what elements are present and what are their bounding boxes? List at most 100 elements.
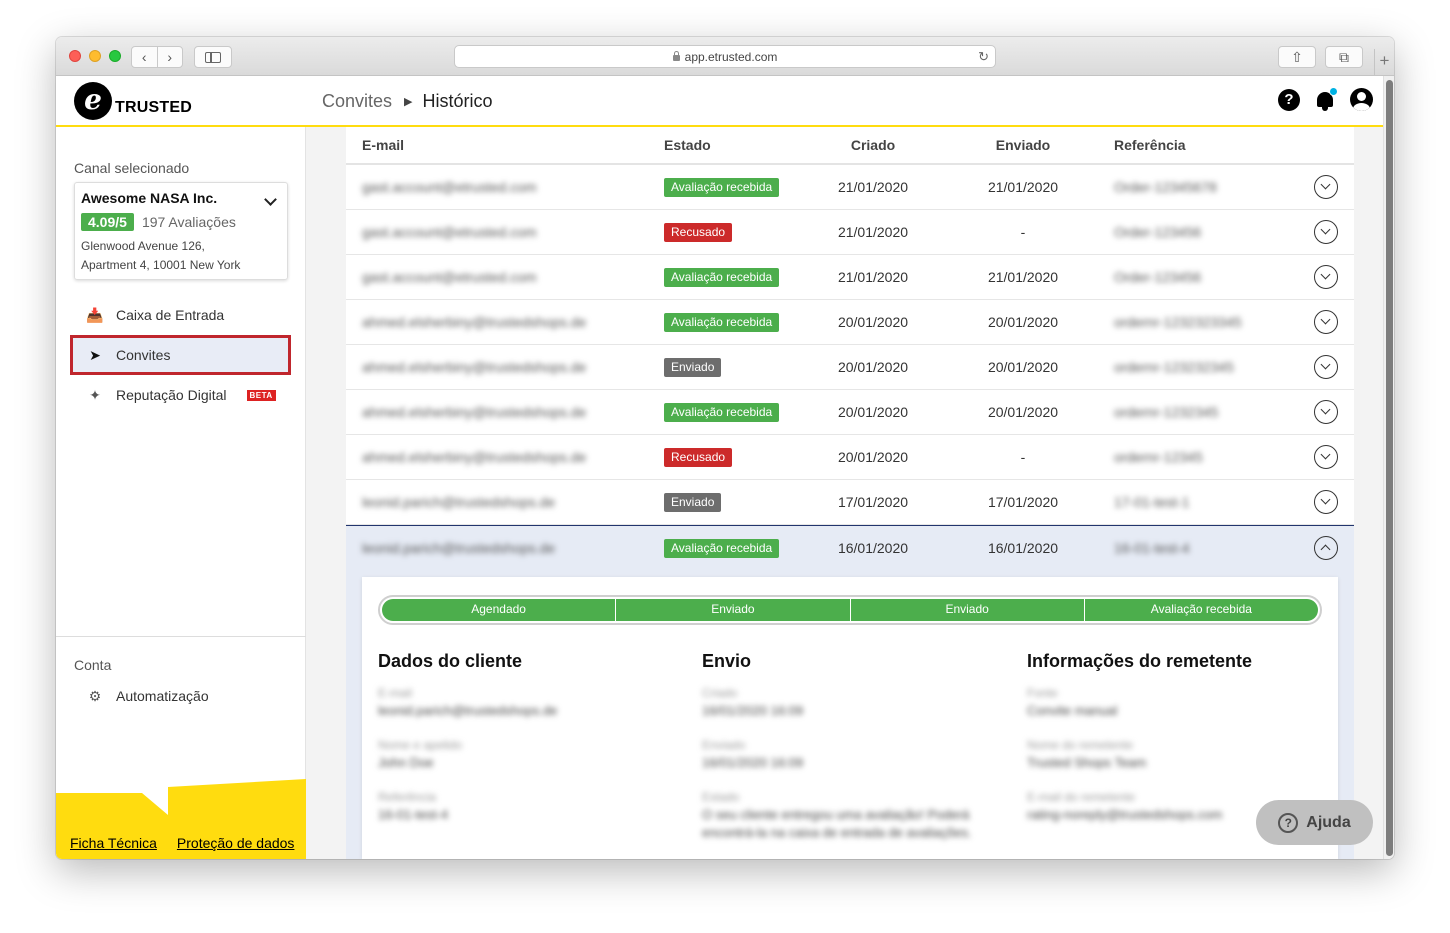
table-row[interactable]: gast.account@etrusted.com Avaliação receb… — [346, 165, 1354, 210]
browser-titlebar: ‹ › app.etrusted.com ↻ ⇧ ⧉ + — [56, 37, 1394, 76]
table-row[interactable]: gast.account@etrusted.com Recusado 21/01/2… — [346, 210, 1354, 255]
row-actions — [1278, 445, 1354, 469]
main-content: E-mail Estado Criado Enviado Referência … — [306, 127, 1383, 859]
table-row[interactable]: leonid.parich@trustedshops.de Avaliação r… — [346, 525, 1354, 570]
inbox-icon: 📥 — [86, 306, 104, 323]
etrusted-logo[interactable]: e TRUSTED — [74, 82, 192, 120]
row-reference: ordernr-123232345 — [1114, 359, 1234, 375]
sidebar-icon — [205, 51, 221, 63]
field-label: Nome do remetente — [1027, 738, 1134, 752]
chevron-down-icon[interactable] — [1314, 265, 1338, 289]
chevron-down-icon[interactable] — [1314, 445, 1338, 469]
address-line-1: Glenwood Avenue 126, — [81, 239, 205, 253]
progress-step: Agendado — [382, 599, 617, 621]
address-bar[interactable]: app.etrusted.com ↻ — [454, 45, 996, 68]
sidebar-item-reputacao-digital[interactable]: ✦ Reputação Digital BETA — [70, 376, 290, 414]
sidebar-divider — [56, 636, 306, 637]
field-label: Referência — [378, 790, 437, 804]
chevron-down-icon[interactable] — [1314, 490, 1338, 514]
row-sent: 17/01/2020 — [987, 494, 1059, 510]
col-sent[interactable]: Enviado — [948, 137, 1098, 153]
status-badge: Avaliação recebida — [664, 177, 780, 197]
sidebar-item-label: Caixa de Entrada — [116, 307, 225, 323]
gear-robot-icon: ⚙ — [88, 687, 102, 704]
rating-badge: 4.09/5 — [81, 213, 134, 231]
field-label: Nome e apelido — [378, 738, 463, 752]
row-created: 20/01/2020 — [837, 404, 909, 420]
field-value: Convite manual — [1027, 703, 1118, 718]
breadcrumb: Convites ▶ Histórico — [322, 91, 493, 112]
sender-info-title: Informações do remetente — [1027, 651, 1253, 671]
row-actions — [1278, 355, 1354, 379]
reload-icon[interactable]: ↻ — [978, 49, 989, 65]
row-status-cell: Avaliação recebida — [648, 267, 798, 287]
status-badge: Enviado — [664, 492, 722, 512]
scrollbar-thumb[interactable] — [1386, 80, 1393, 856]
row-email: gast.account@etrusted.com — [362, 179, 537, 195]
field-label: Enviado — [702, 738, 746, 752]
user-account-icon[interactable] — [1350, 88, 1373, 111]
row-actions — [1278, 265, 1354, 289]
sidebar-toggle-button[interactable] — [194, 46, 232, 68]
row-reference: ordernr-1232323345 — [1114, 314, 1242, 330]
minimize-window-button[interactable] — [89, 50, 101, 62]
row-sent: - — [1020, 224, 1026, 240]
col-reference[interactable]: Referência — [1098, 137, 1278, 153]
row-status-cell: Avaliação recebida — [648, 312, 798, 332]
table-row[interactable]: ahmed.elsherbiny@trustedshops.de Recusado… — [346, 435, 1354, 480]
sidebar-item-label: Convites — [116, 347, 171, 363]
row-actions — [1278, 536, 1354, 560]
new-tab-button[interactable]: + — [1374, 49, 1394, 76]
back-button[interactable]: ‹ — [132, 47, 158, 67]
chevron-up-icon[interactable] — [1314, 536, 1338, 560]
table-header: E-mail Estado Criado Enviado Referência — [346, 127, 1354, 165]
chevron-down-icon[interactable] — [1314, 400, 1338, 424]
close-window-button[interactable] — [69, 50, 81, 62]
chevron-down-icon[interactable] — [1314, 355, 1338, 379]
help-icon[interactable]: ? — [1278, 88, 1300, 111]
field-value: 16/01/2020 16:09 — [702, 703, 804, 718]
row-reference: 16-01-test-4 — [1114, 540, 1190, 556]
maximize-window-button[interactable] — [109, 50, 121, 62]
row-created: 21/01/2020 — [837, 269, 909, 285]
table-row[interactable]: ahmed.elsherbiny@trustedshops.de Avaliaçã… — [346, 300, 1354, 345]
row-email: ahmed.elsherbiny@trustedshops.de — [362, 404, 587, 420]
progress-step: Enviado — [850, 599, 1085, 621]
field-label: Fonte — [1027, 686, 1058, 700]
row-actions — [1278, 490, 1354, 514]
table-row[interactable]: ahmed.elsherbiny@trustedshops.de Enviado 2… — [346, 345, 1354, 390]
breadcrumb-convites[interactable]: Convites — [322, 91, 392, 112]
tabs-overview-button[interactable]: ⧉ — [1325, 46, 1363, 68]
table-row[interactable]: leonid.parich@trustedshops.de Enviado 17/0… — [346, 480, 1354, 525]
help-chat-button[interactable]: ? Ajuda — [1256, 800, 1373, 845]
sidebar-item-automatizacao[interactable]: ⚙ Automatização — [70, 677, 290, 715]
col-email[interactable]: E-mail — [346, 137, 648, 153]
question-icon: ? — [1278, 812, 1299, 833]
row-created: 21/01/2020 — [837, 224, 909, 240]
row-sent: 20/01/2020 — [987, 359, 1059, 375]
sidebar-item-convites[interactable]: ➤ Convites — [70, 335, 291, 375]
forward-button[interactable]: › — [158, 47, 183, 67]
notification-bell-icon[interactable] — [1314, 86, 1338, 111]
col-status[interactable]: Estado — [648, 137, 798, 153]
status-badge: Avaliação recebida — [664, 267, 780, 287]
sidebar-item-caixa-de-entrada[interactable]: 📥 Caixa de Entrada — [70, 296, 290, 334]
chevron-down-icon[interactable] — [1314, 175, 1338, 199]
row-status-cell: Enviado — [648, 492, 798, 512]
row-status-cell: Recusado — [648, 447, 798, 467]
beta-badge: BETA — [246, 389, 276, 401]
col-created[interactable]: Criado — [798, 137, 948, 153]
footer-links: Ficha Técnica Proteção de dados — [70, 835, 294, 851]
share-button[interactable]: ⇧ — [1278, 46, 1316, 68]
protecao-de-dados-link[interactable]: Proteção de dados — [177, 835, 295, 851]
chevron-down-icon[interactable] — [1314, 310, 1338, 334]
nav-buttons: ‹ › — [131, 46, 183, 68]
channel-selector[interactable]: Awesome NASA Inc. 4.09/5 197 Avaliações … — [74, 182, 288, 280]
page-scrollbar[interactable] — [1383, 76, 1394, 859]
table-row[interactable]: gast.account@etrusted.com Avaliação receb… — [346, 255, 1354, 300]
notification-dot — [1329, 86, 1338, 96]
ficha-tecnica-link[interactable]: Ficha Técnica — [70, 835, 157, 851]
row-created: 20/01/2020 — [837, 359, 909, 375]
table-row[interactable]: ahmed.elsherbiny@trustedshops.de Avaliaçã… — [346, 390, 1354, 435]
chevron-down-icon[interactable] — [1314, 220, 1338, 244]
